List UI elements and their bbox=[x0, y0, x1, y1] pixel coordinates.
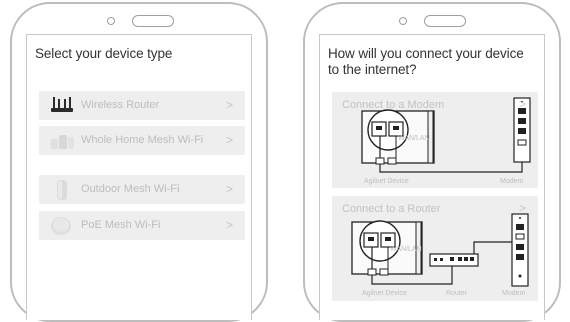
modem-caption: Modem bbox=[500, 178, 524, 185]
page-title: Select your device type bbox=[35, 46, 173, 61]
device-option-poe-mesh[interactable]: PoE Mesh Wi-Fi > bbox=[39, 211, 245, 240]
chevron-right-icon: > bbox=[518, 201, 526, 215]
connect-to-modem-card[interactable]: Connect to a Modem > WAN/LAN Agilnet Dev… bbox=[332, 92, 538, 188]
modem-caption: Modem bbox=[502, 290, 526, 297]
chevron-right-icon: > bbox=[225, 133, 233, 147]
wireless-router-icon bbox=[51, 97, 73, 112]
option-label: Connect to a Modem bbox=[342, 99, 445, 111]
chevron-right-icon: > bbox=[518, 97, 526, 111]
speaker-grille bbox=[424, 15, 466, 27]
option-label: Outdoor Mesh Wi-Fi bbox=[81, 183, 180, 195]
chevron-right-icon: > bbox=[225, 218, 233, 232]
connect-to-router-card[interactable]: Connect to a Router > WAN/LAN Agilnet De… bbox=[332, 196, 538, 301]
option-label: Wireless Router bbox=[81, 99, 160, 111]
front-camera bbox=[107, 17, 115, 25]
option-label: Whole Home Mesh Wi-Fi bbox=[81, 134, 204, 146]
page-title: How will you connect your device to the … bbox=[328, 46, 524, 77]
device-option-wireless-router[interactable]: Wireless Router > bbox=[39, 91, 245, 120]
device-caption: Agilnet Device bbox=[364, 178, 409, 185]
port-label: WAN/LAN bbox=[398, 135, 430, 142]
device-option-whole-home-mesh[interactable]: Whole Home Mesh Wi-Fi > bbox=[39, 126, 245, 155]
phone-frame-device-type: Select your device type Wireless Router … bbox=[10, 2, 268, 322]
option-label: Connect to a Router bbox=[342, 203, 441, 215]
option-label: PoE Mesh Wi-Fi bbox=[81, 219, 161, 231]
chevron-right-icon: > bbox=[225, 182, 233, 196]
chevron-right-icon: > bbox=[225, 98, 233, 112]
port-label: WAN/LAN bbox=[390, 246, 422, 253]
device-option-outdoor-mesh[interactable]: Outdoor Mesh Wi-Fi > bbox=[39, 175, 245, 204]
outdoor-mesh-icon bbox=[57, 180, 67, 200]
speaker-grille bbox=[132, 15, 174, 27]
router-caption: Router bbox=[446, 290, 468, 297]
device-type-screen: Select your device type Wireless Router … bbox=[26, 34, 252, 320]
connection-type-screen: How will you connect your device to the … bbox=[319, 34, 545, 320]
poe-mesh-icon bbox=[51, 217, 71, 235]
device-caption: Agilnet Device bbox=[362, 290, 407, 297]
front-camera bbox=[399, 17, 407, 25]
mesh-wifi-icon bbox=[51, 135, 74, 149]
phone-frame-connection-type: How will you connect your device to the … bbox=[303, 2, 561, 322]
